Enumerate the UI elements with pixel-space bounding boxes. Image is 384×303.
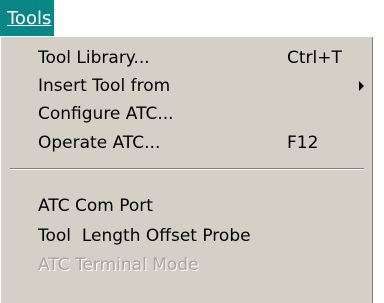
menu-item-configure-atc[interactable]: Configure ATC... — [0, 99, 370, 129]
menu-item-insert-tool-from[interactable]: Insert Tool from — [0, 71, 370, 101]
menu-item-shortcut: F12 — [287, 133, 319, 153]
submenu-arrow-icon — [359, 81, 364, 91]
menu-item-label: Tool Library... — [38, 48, 150, 68]
menubar-tools-label: Tools — [7, 7, 52, 29]
menu-item-shortcut: Ctrl+T — [287, 48, 342, 68]
menu-item-label: ATC Com Port — [38, 196, 153, 216]
menu-item-label: Configure ATC... — [38, 104, 174, 124]
menu-item-atc-terminal-mode: ATC Terminal Mode — [0, 250, 370, 280]
tools-dropdown-menu: Tool Library... Ctrl+T Insert Tool from … — [0, 36, 373, 303]
menu-item-atc-com-port[interactable]: ATC Com Port — [0, 191, 370, 221]
menu-separator — [10, 168, 364, 170]
menu-item-label: Operate ATC... — [38, 133, 161, 153]
menu-item-label: ATC Terminal Mode — [38, 255, 199, 275]
menu-item-tool-library[interactable]: Tool Library... Ctrl+T — [0, 43, 370, 73]
menu-item-operate-atc[interactable]: Operate ATC... F12 — [0, 128, 370, 158]
menu-item-tool-length-offset-probe[interactable]: Tool Length Offset Probe — [0, 221, 370, 251]
menu-item-label: Tool Length Offset Probe — [38, 226, 251, 246]
menu-item-label: Insert Tool from — [38, 76, 171, 96]
menubar-item-tools[interactable]: Tools — [0, 0, 54, 36]
